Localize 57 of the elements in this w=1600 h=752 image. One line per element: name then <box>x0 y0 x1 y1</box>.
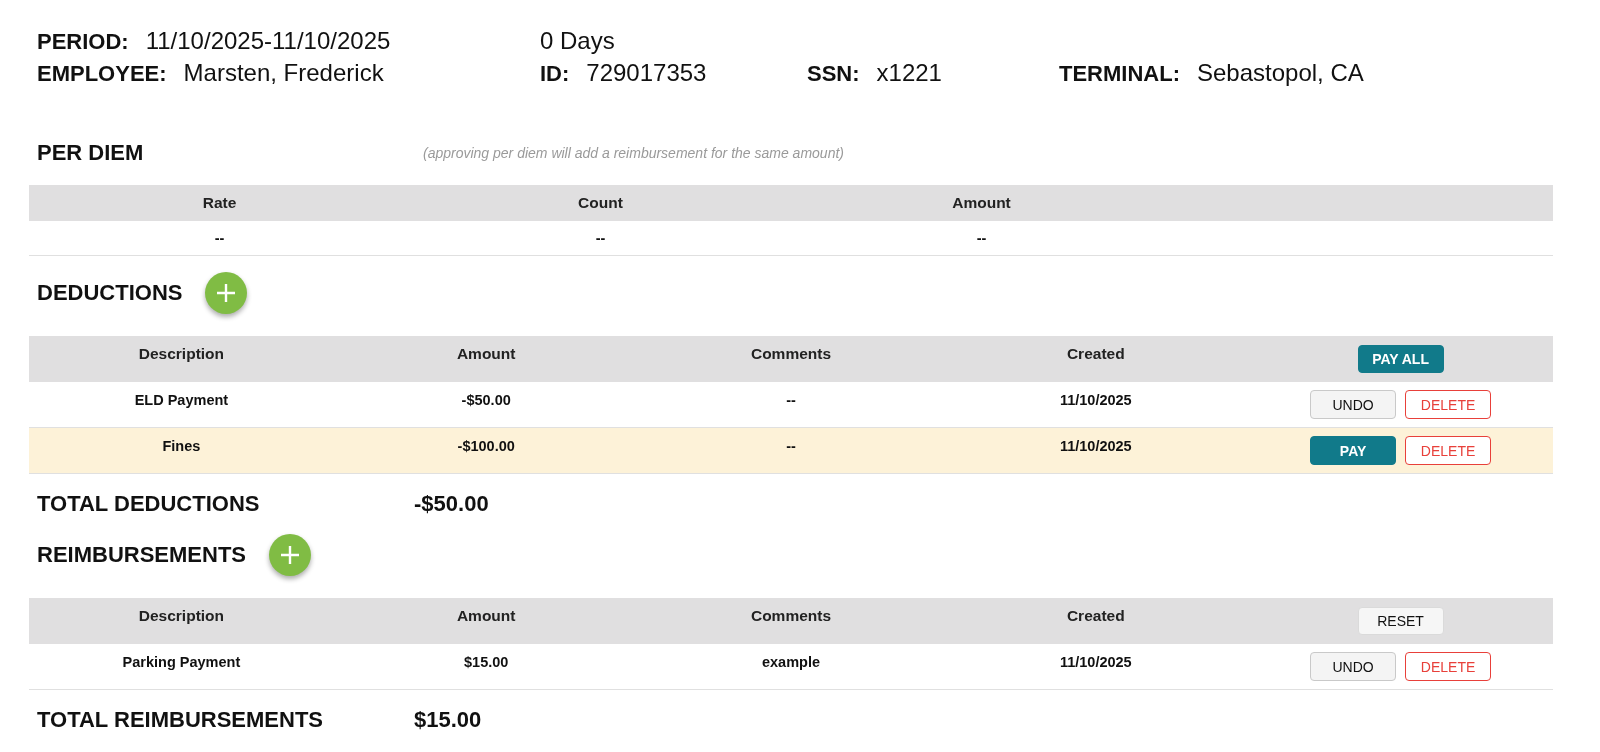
undo-button[interactable]: UNDO <box>1310 652 1397 681</box>
field-label: PERIOD: <box>37 29 129 55</box>
table-cell: -- <box>976 230 987 246</box>
table-cell: ELD Payment <box>134 391 229 408</box>
table-cell: 11/10/2025 <box>1059 391 1132 408</box>
column-header: Count <box>578 194 623 212</box>
table-cell: Parking Payment <box>122 653 241 670</box>
total-value: -$50.00 <box>414 491 490 517</box>
column-header: Amount <box>456 345 516 363</box>
pay-button[interactable]: PAY <box>1310 436 1397 465</box>
section-title: REIMBURSEMENTS <box>37 542 246 568</box>
table-cell: -- <box>786 391 796 408</box>
delete-button[interactable]: DELETE <box>1405 652 1492 681</box>
total-label: TOTAL REIMBURSEMENTS <box>37 707 324 733</box>
section-title: PER DIEM <box>37 140 144 166</box>
column-header: Amount <box>952 194 1011 212</box>
delete-button[interactable]: DELETE <box>1405 390 1492 419</box>
column-header: Amount <box>456 607 516 625</box>
column-header: Comments <box>750 345 832 363</box>
column-header: Created <box>1066 345 1125 363</box>
table-cell: $15.00 <box>464 653 509 670</box>
field-value: Sebastopol, CA <box>1197 59 1364 87</box>
reset-button[interactable]: RESET <box>1357 607 1444 635</box>
table-cell: -- <box>595 230 606 246</box>
add-button[interactable] <box>205 272 248 314</box>
field-label: ID: <box>540 61 570 87</box>
table-cell: 11/10/2025 <box>1059 437 1132 454</box>
column-header: Comments <box>750 607 832 625</box>
total-value: $15.00 <box>414 707 483 733</box>
undo-button[interactable]: UNDO <box>1310 390 1397 419</box>
field-value: 729017353 <box>586 59 707 87</box>
field-label: EMPLOYEE: <box>37 61 167 87</box>
plus-icon <box>280 545 300 565</box>
delete-button[interactable]: DELETE <box>1405 436 1492 465</box>
field-label: SSN: <box>807 61 860 87</box>
note-text: (approving per diem will add a reimbursement for the same amount) <box>423 145 844 161</box>
field-value: 11/10/2025-11/10/2025 <box>145 27 391 55</box>
table-cell: -- <box>786 437 796 454</box>
pay-all-button[interactable]: PAY ALL <box>1357 345 1444 373</box>
column-header: Created <box>1066 607 1125 625</box>
field-value: Marsten, Frederick <box>183 59 384 87</box>
field-value: x1221 <box>876 59 942 87</box>
plus-icon <box>216 283 237 303</box>
field-value: 0 Days <box>540 27 615 55</box>
table-cell: 11/10/2025 <box>1059 653 1132 670</box>
table-cell: example <box>761 653 820 670</box>
table-cell: -$100.00 <box>457 437 515 454</box>
column-header: Description <box>138 607 225 625</box>
section-title: DEDUCTIONS <box>37 280 183 306</box>
field-label: TERMINAL: <box>1059 61 1180 87</box>
column-header: Description <box>138 345 225 363</box>
table-cell: -- <box>214 230 225 246</box>
table-cell: Fines <box>162 437 201 454</box>
add-button[interactable] <box>269 534 311 576</box>
total-label: TOTAL DEDUCTIONS <box>37 491 261 517</box>
table-cell: -$50.00 <box>461 391 511 408</box>
column-header: Rate <box>202 194 237 212</box>
